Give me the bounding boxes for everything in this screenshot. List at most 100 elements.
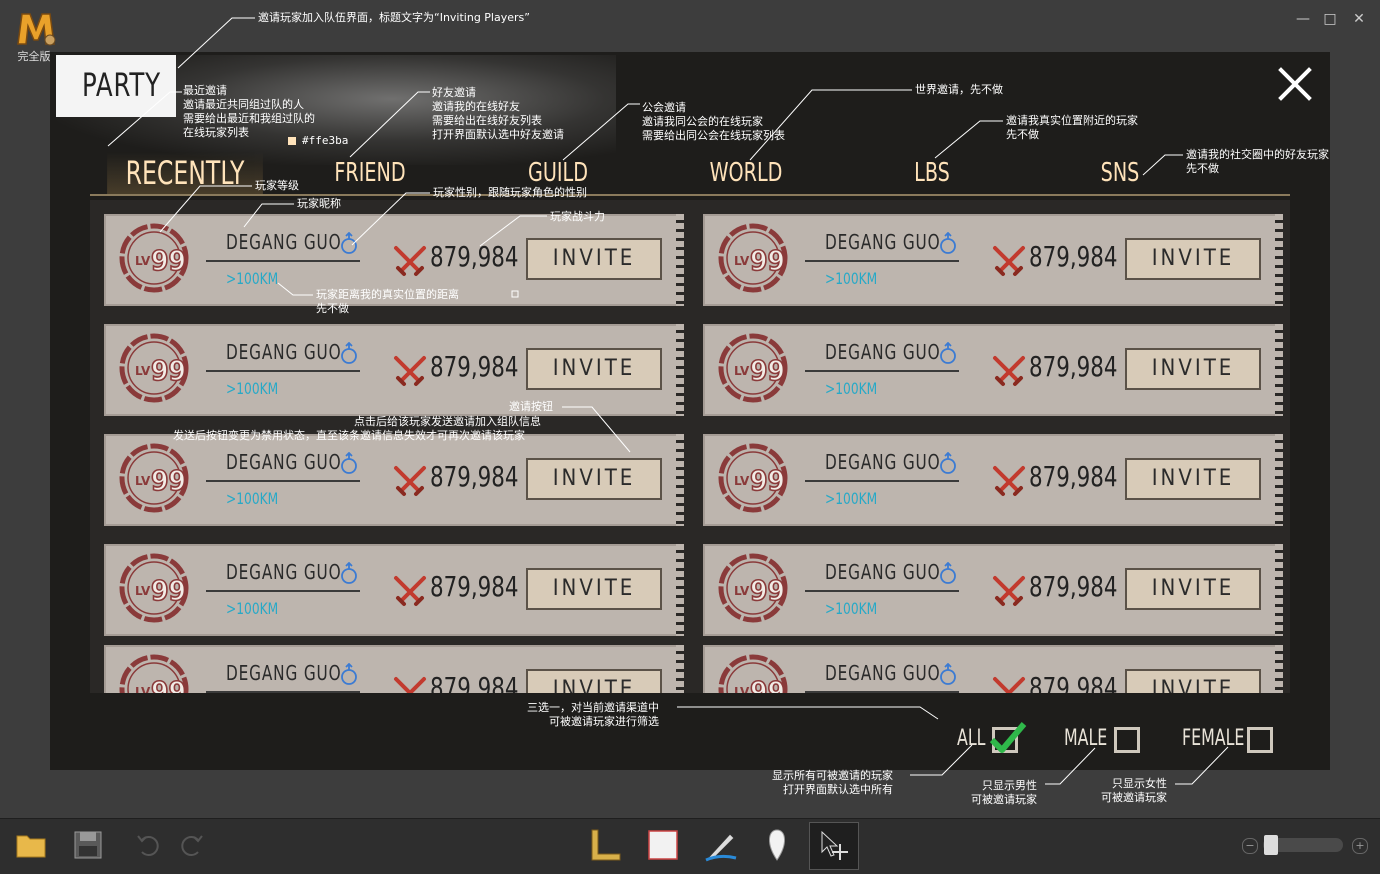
zoom-out-button[interactable]: − — [1242, 838, 1258, 854]
minimize-button[interactable]: — — [1293, 10, 1313, 28]
invite-button[interactable]: INVITE — [526, 458, 662, 500]
ruler-icon[interactable] — [586, 826, 624, 864]
zoom-in-button[interactable]: + — [1352, 838, 1368, 854]
level-prefix: LV — [135, 474, 151, 488]
player-card: LV 99 DEGANG GUO >100KM 879,984 INVITE — [703, 324, 1283, 416]
level-badge-icon: LV 99 — [119, 553, 189, 623]
note-color: #ffe3ba — [302, 134, 349, 147]
male-gender-icon — [341, 562, 357, 584]
note-female: 只显示女性 可被邀请玩家 — [1101, 777, 1167, 804]
male-gender-icon — [940, 663, 956, 685]
invite-button[interactable]: INVITE — [1125, 669, 1261, 693]
level-prefix: LV — [734, 254, 750, 268]
note-recently: 最近邀请 邀请最近共同组过队的人 需要给出最近和我组过队的 在线玩家列表 — [183, 84, 315, 139]
invite-button[interactable]: INVITE — [1125, 568, 1261, 610]
crossed-swords-icon — [394, 246, 426, 276]
level-badge-icon: LV 99 — [718, 333, 788, 403]
zoom-slider-thumb[interactable] — [1264, 835, 1278, 855]
male-gender-icon — [940, 342, 956, 364]
redo-icon[interactable] — [172, 826, 210, 864]
male-gender-icon — [940, 232, 956, 254]
player-card: LV 99 DEGANG GUO >100KM 879,984 INVITE — [703, 544, 1283, 636]
note-world: 世界邀请，先不做 — [915, 83, 1003, 96]
rectangle-icon[interactable] — [644, 826, 682, 864]
level-value: 99 — [151, 464, 186, 497]
marker-icon[interactable] — [758, 826, 796, 864]
note-invite-title: 邀请按钮 — [509, 400, 553, 413]
player-card: LV 99 DEGANG GUO >100KM 879,984 INVITE — [104, 434, 684, 526]
male-gender-icon — [341, 232, 357, 254]
invite-button[interactable]: INVITE — [1125, 458, 1261, 500]
level-badge-icon: LV 99 — [119, 333, 189, 403]
save-icon[interactable] — [69, 826, 107, 864]
crossed-swords-icon — [993, 576, 1025, 606]
player-distance: >100KM — [226, 599, 279, 618]
tab-sns[interactable]: SNS — [1071, 152, 1169, 194]
pen-icon[interactable] — [702, 826, 740, 864]
filter-all-label: ALL — [957, 726, 986, 751]
name-divider — [206, 480, 360, 482]
filter-female-label: FEMALE — [1182, 726, 1245, 751]
player-power: 879,984 — [1029, 460, 1118, 493]
tab-friend[interactable]: FRIEND — [321, 152, 419, 194]
male-gender-icon — [940, 452, 956, 474]
player-power: 879,984 — [1029, 570, 1118, 603]
level-prefix: LV — [135, 364, 151, 378]
player-distance: >100KM — [825, 599, 878, 618]
male-gender-icon — [341, 452, 357, 474]
window-close-button[interactable]: ✕ — [1349, 10, 1369, 28]
player-power: 879,984 — [430, 240, 519, 273]
tab-lbs[interactable]: LBS — [883, 152, 981, 194]
filter-female-checkbox[interactable] — [1247, 727, 1273, 753]
level-badge-icon: LV 99 — [718, 443, 788, 513]
invite-button[interactable]: INVITE — [526, 568, 662, 610]
player-name: DEGANG GUO — [825, 560, 941, 584]
player-distance: >100KM — [226, 379, 279, 398]
crossed-swords-icon — [993, 466, 1025, 496]
move-cursor-icon[interactable] — [814, 826, 852, 864]
invite-button[interactable]: INVITE — [1125, 238, 1261, 280]
name-divider — [206, 691, 360, 693]
player-power: 879,984 — [430, 460, 519, 493]
player-name: DEGANG GUO — [825, 450, 941, 474]
open-folder-icon[interactable] — [12, 826, 50, 864]
note-power: 玩家战斗力 — [550, 210, 605, 223]
level-value: 99 — [151, 244, 186, 277]
note-male: 只显示男性 可被邀请玩家 — [971, 779, 1037, 806]
crossed-swords-icon — [993, 356, 1025, 386]
note-lbs: 邀请我真实位置附近的玩家 先不做 — [1006, 114, 1138, 141]
close-icon[interactable] — [1275, 64, 1315, 104]
player-power: 879,984 — [430, 350, 519, 383]
name-divider — [805, 691, 959, 693]
level-prefix: LV — [734, 584, 750, 598]
invite-button[interactable]: INVITE — [526, 669, 662, 693]
level-badge-icon: LV 99 — [119, 443, 189, 513]
level-value: 99 — [151, 354, 186, 387]
tab-world[interactable]: WORLD — [697, 152, 795, 194]
player-name: DEGANG GUO — [825, 230, 941, 254]
name-divider — [206, 590, 360, 592]
undo-icon[interactable] — [130, 826, 168, 864]
filter-male-checkbox[interactable] — [1114, 727, 1140, 753]
level-value: 99 — [151, 675, 186, 693]
crossed-swords-icon — [993, 246, 1025, 276]
invite-button[interactable]: INVITE — [526, 348, 662, 390]
level-value: 99 — [750, 675, 785, 693]
tab-recently[interactable]: RECENTLY — [107, 152, 263, 194]
level-badge-icon: LV 99 — [718, 654, 788, 693]
name-divider — [805, 480, 959, 482]
player-power: 879,984 — [1029, 350, 1118, 383]
invite-button[interactable]: INVITE — [1125, 348, 1261, 390]
player-list[interactable]: LV 99 DEGANG GUO >100KM 879,984 INVITE L… — [90, 200, 1290, 693]
player-distance: >100KM — [226, 269, 279, 288]
app-logo — [17, 13, 56, 46]
male-gender-icon — [341, 663, 357, 685]
name-divider — [206, 260, 360, 262]
level-prefix: LV — [135, 254, 151, 268]
player-card: LV 99 DEGANG GUO >100KM 879,984 INVITE — [104, 544, 684, 636]
note-level: 玩家等级 — [255, 179, 299, 192]
crossed-swords-icon — [394, 576, 426, 606]
player-power: 879,984 — [1029, 240, 1118, 273]
maximize-button[interactable]: □ — [1320, 10, 1340, 28]
invite-button[interactable]: INVITE — [526, 238, 662, 280]
